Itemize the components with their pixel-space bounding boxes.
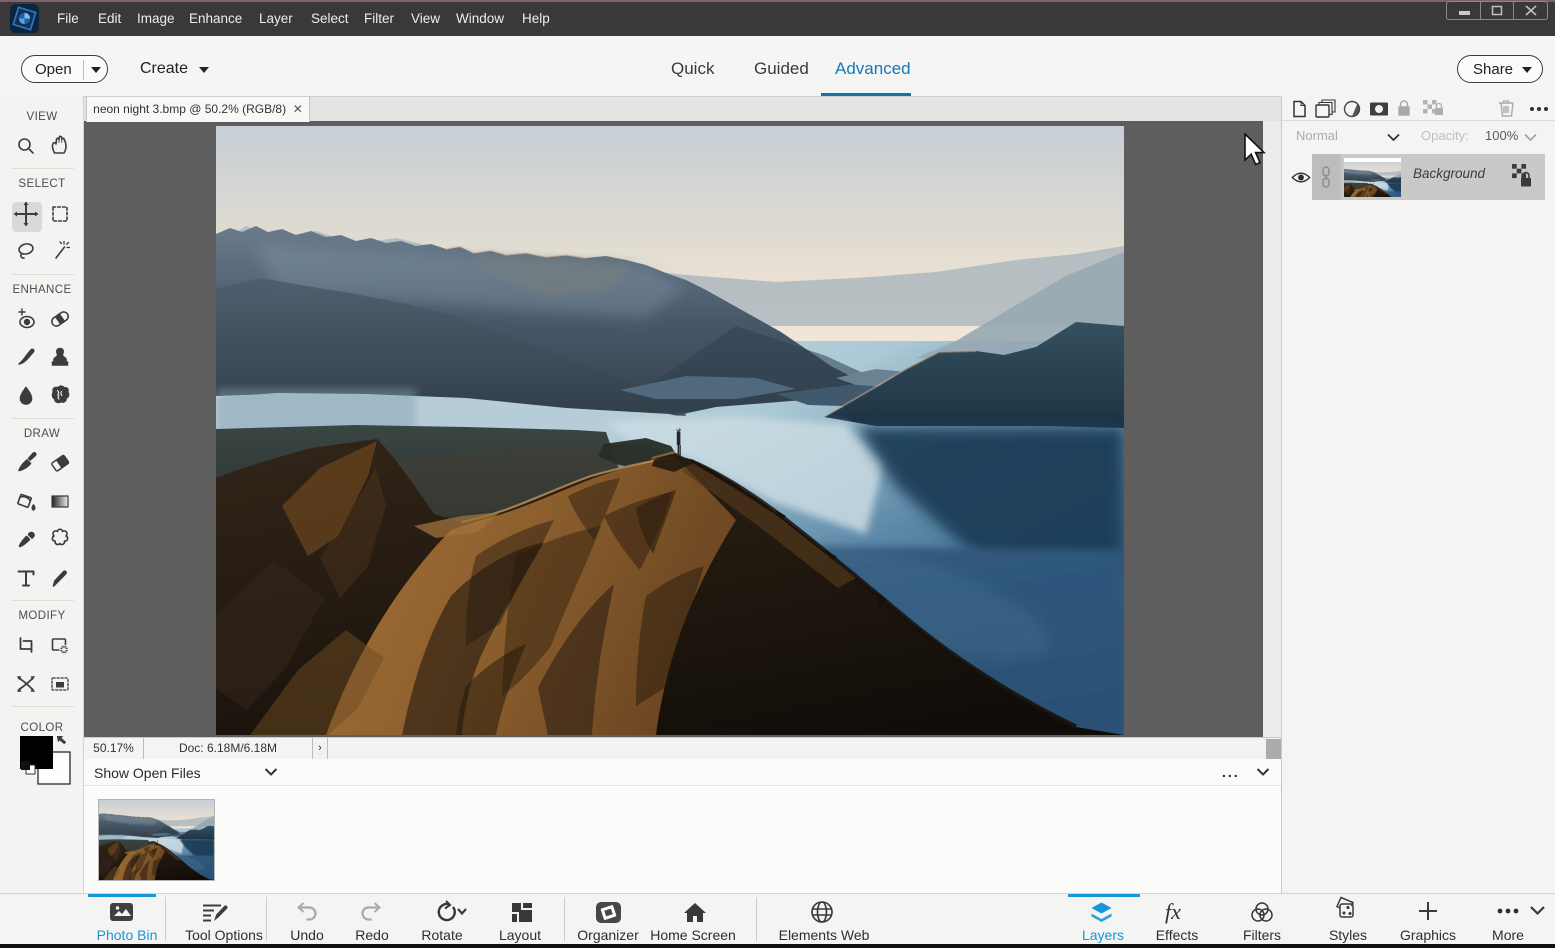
svg-text:fx: fx [1165,899,1181,924]
